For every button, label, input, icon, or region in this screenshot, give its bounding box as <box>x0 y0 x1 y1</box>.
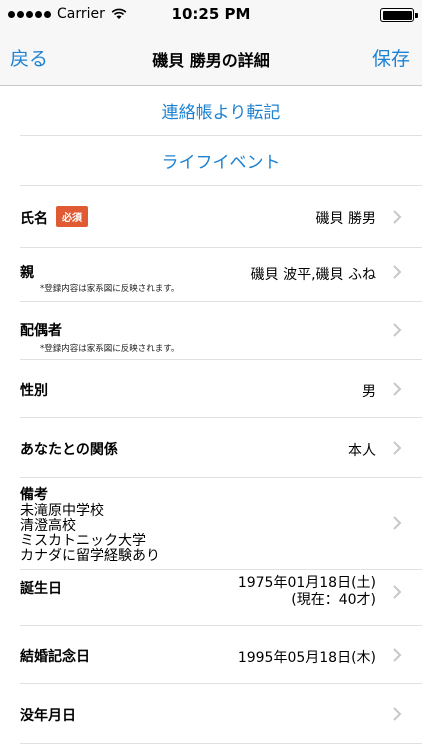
detail-list: 連絡帳より転記 ライフイベント 氏名 必須 磯貝 勝男 親 磯貝 波平,磯貝 ふね… <box>0 86 422 750</box>
chevron-right-icon <box>393 323 402 337</box>
anniversary-value: 1995年05月18日(木) <box>237 650 376 666</box>
anniversary-row[interactable]: 結婚記念日 1995年05月18日(木) <box>20 626 422 684</box>
chevron-right-icon <box>393 516 402 530</box>
birthday-value: 1975年01月18日(土) <box>237 575 376 591</box>
name-label: 氏名 必須 <box>20 206 88 228</box>
chevron-right-icon <box>393 441 402 455</box>
save-button[interactable]: 保存 <box>372 44 410 71</box>
chevron-right-icon <box>393 210 402 224</box>
chevron-right-icon <box>393 265 402 279</box>
gender-label: 性別 <box>20 383 48 399</box>
chevron-right-icon <box>393 648 402 662</box>
name-value: 磯貝 勝男 <box>315 211 376 227</box>
memo-line: ミスカトニック大学 <box>20 533 146 549</box>
battery-icon <box>380 8 418 22</box>
chevron-right-icon <box>393 585 402 599</box>
memo-text: 未滝原中学校 清澄高校 ミスカトニック大学 カナダに留学経験あり <box>20 504 160 564</box>
status-time: 10:25 PM <box>171 5 251 23</box>
birthday-value-group: 1975年01月18日(土) (現在：40才) <box>238 575 376 609</box>
relation-row[interactable]: あなたとの関係 本人 <box>20 418 422 478</box>
spouse-label: 配偶者 <box>20 323 62 339</box>
parents-note: *登録内容は家系図に反映されます。 <box>40 284 180 294</box>
gender-row[interactable]: 性別 男 <box>20 360 422 418</box>
top-bar: Carrier 10:25 PM 戻る 磯貝 勝男の詳細 保存 <box>0 0 422 86</box>
parents-row[interactable]: 親 磯貝 波平,磯貝 ふね *登録内容は家系図に反映されます。 <box>20 248 422 302</box>
parents-label: 親 <box>20 265 34 281</box>
page-title: 磯貝 勝男の詳細 <box>152 51 270 70</box>
name-row[interactable]: 氏名 必須 磯貝 勝男 <box>20 186 422 248</box>
memo-line: 清澄高校 <box>20 518 76 534</box>
memo-label: 備考 <box>20 487 48 503</box>
birthday-label: 誕生日 <box>20 581 62 597</box>
memo-line: カナダに留学経験あり <box>20 548 160 564</box>
relation-label: あなたとの関係 <box>20 442 118 458</box>
birthday-row[interactable]: 誕生日 1975年01月18日(土) (現在：40才) <box>20 570 422 626</box>
birthday-age: (現在：40才) <box>291 592 376 608</box>
death-date-row[interactable]: 没年月日 <box>20 684 422 744</box>
anniversary-label: 結婚記念日 <box>20 649 90 665</box>
gender-value: 男 <box>362 384 376 400</box>
parents-value: 磯貝 波平,磯貝 ふね <box>250 267 376 283</box>
memo-line: 未滝原中学校 <box>20 503 104 519</box>
spouse-row[interactable]: 配偶者 *登録内容は家系図に反映されます。 <box>20 302 422 360</box>
spouse-note: *登録内容は家系図に反映されます。 <box>40 344 180 354</box>
chevron-right-icon <box>393 707 402 721</box>
relation-value: 本人 <box>348 443 376 459</box>
life-event-button[interactable]: ライフイベント <box>20 136 422 186</box>
memo-row[interactable]: 備考 未滝原中学校 清澄高校 ミスカトニック大学 カナダに留学経験あり <box>20 478 422 570</box>
required-badge: 必須 <box>56 206 88 227</box>
navigation-bar: 戻る 磯貝 勝男の詳細 保存 <box>0 30 422 86</box>
status-bar: Carrier 10:25 PM <box>0 0 422 30</box>
death-date-label: 没年月日 <box>20 708 76 724</box>
transfer-from-contacts-button[interactable]: 連絡帳より転記 <box>20 86 422 136</box>
name-label-text: 氏名 <box>20 211 48 227</box>
chevron-right-icon <box>393 382 402 396</box>
